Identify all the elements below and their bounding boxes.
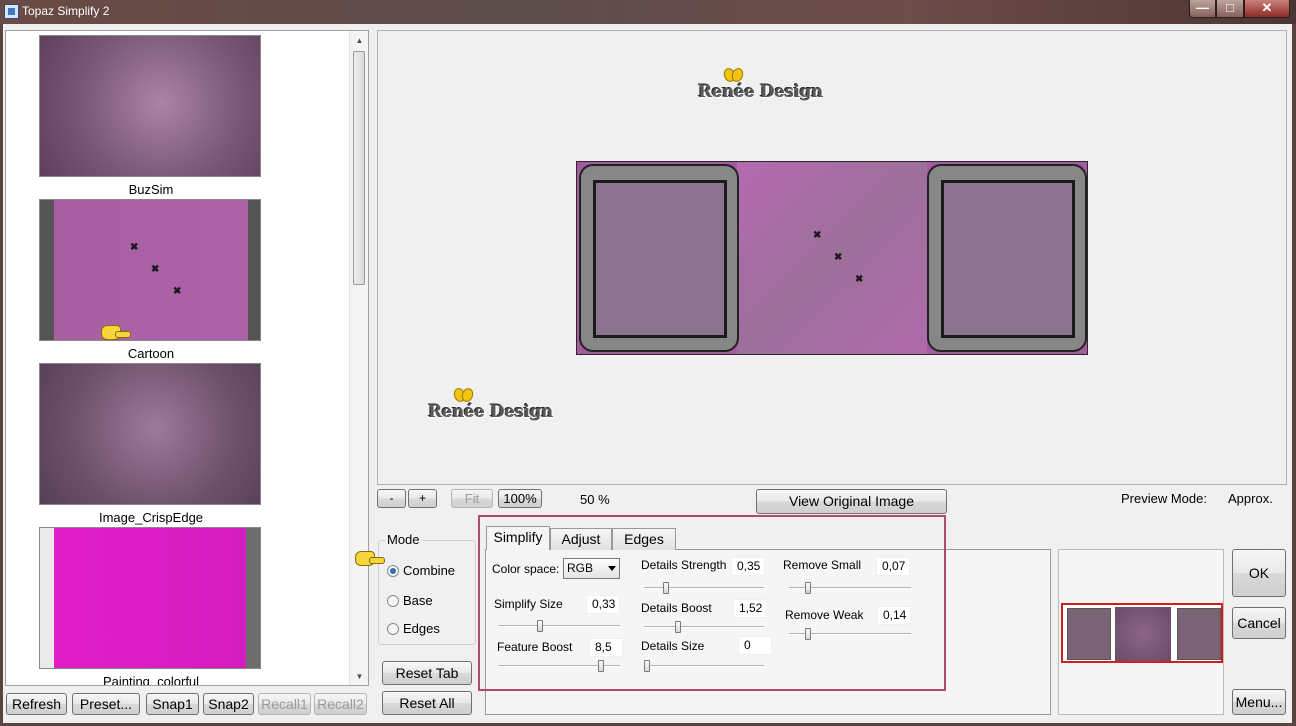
butterfly-icon (454, 388, 472, 400)
radio-indicator[interactable] (387, 623, 399, 635)
preview-frame-left (579, 164, 739, 352)
center-marker: ✖ (130, 242, 139, 253)
recall2-button[interactable]: Recall2 (314, 693, 367, 715)
butterfly-icon (724, 68, 742, 80)
reset-tab-button[interactable]: Reset Tab (382, 661, 472, 685)
preset-button[interactable]: Preset... (72, 693, 140, 715)
preset-label: Painting_colorful (102, 674, 200, 686)
navigator-frame-right (1177, 608, 1221, 660)
zoom-out-button[interactable]: - (377, 489, 406, 508)
mode-radio-edges[interactable]: Edges (387, 621, 440, 636)
preset-thumb-image-crispedge[interactable] (39, 363, 261, 505)
recall1-button[interactable]: Recall1 (258, 693, 311, 715)
scrollbar-thumb[interactable] (353, 51, 365, 285)
window-frame-right (1292, 24, 1296, 726)
radio-indicator[interactable] (387, 595, 399, 607)
preview-image: ✖ ✖ ✖ (576, 161, 1088, 355)
radio-indicator[interactable] (387, 565, 399, 577)
pointing-hand-icon (355, 548, 385, 566)
watermark-logo: Renée Design (428, 402, 553, 422)
watermark-logo: Renée Design (698, 82, 823, 102)
mode-title: Mode (385, 532, 422, 547)
preset-thumb-buzsim[interactable] (39, 35, 261, 177)
maximize-button[interactable]: □ (1216, 0, 1244, 18)
window-frame-left (0, 24, 3, 726)
snap2-button[interactable]: Snap2 (203, 693, 254, 715)
view-original-button[interactable]: View Original Image (756, 489, 947, 514)
preset-thumb-cartoon[interactable]: ✖ ✖ ✖ (39, 199, 261, 341)
preset-label: Cartoon (127, 346, 175, 361)
center-marker: ✖ (173, 286, 182, 297)
preset-label: Image_CrispEdge (98, 510, 204, 525)
mode-radio-base[interactable]: Base (387, 593, 433, 608)
center-marker: ✖ (151, 264, 160, 275)
window-title: Topaz Simplify 2 (22, 4, 110, 18)
mode-radio-combine[interactable]: Combine (387, 563, 455, 578)
scroll-down-arrow-icon[interactable]: ▼ (350, 669, 369, 685)
center-marker: ✖ (813, 230, 822, 241)
pointing-hand-icon (101, 322, 131, 340)
zoom-100-button[interactable]: 100% (498, 489, 542, 508)
navigator-frame-left (1067, 608, 1111, 660)
preset-thumb-painting-colorful[interactable] (39, 527, 261, 669)
menu-button[interactable]: Menu... (1232, 689, 1286, 715)
preview-frame-right (927, 164, 1087, 352)
title-bar: Topaz Simplify 2 — □ ✕ (0, 0, 1296, 24)
scroll-up-arrow-icon[interactable]: ▲ (350, 33, 369, 49)
reset-all-button[interactable]: Reset All (382, 691, 472, 715)
preset-scrollbar[interactable]: ▲ ▼ (349, 31, 368, 685)
close-button[interactable]: ✕ (1244, 0, 1290, 18)
preview-image-center: ✖ ✖ ✖ (737, 162, 927, 354)
preset-list[interactable]: BuzSim ✖ ✖ ✖ Cartoon Image_CrispEdge Pai… (5, 30, 369, 686)
refresh-button[interactable]: Refresh (6, 693, 67, 715)
fit-button[interactable]: Fit (451, 489, 493, 508)
center-marker: ✖ (834, 252, 843, 263)
zoom-level: 50 % (580, 492, 610, 507)
minimize-button[interactable]: — (1189, 0, 1216, 18)
preset-label: BuzSim (128, 182, 174, 197)
cancel-button[interactable]: Cancel (1232, 607, 1286, 639)
app-icon (4, 4, 19, 19)
center-marker: ✖ (855, 274, 864, 285)
preview-mode-value[interactable]: Approx. (1228, 491, 1273, 506)
ok-button[interactable]: OK (1232, 549, 1286, 597)
navigator-thumbnail[interactable] (1061, 603, 1223, 663)
navigator-center (1115, 607, 1171, 661)
preview-mode-label: Preview Mode: (1121, 491, 1207, 506)
snap1-button[interactable]: Snap1 (146, 693, 199, 715)
tab-simplify[interactable]: Simplify (486, 526, 550, 550)
zoom-in-button[interactable]: + (408, 489, 437, 508)
